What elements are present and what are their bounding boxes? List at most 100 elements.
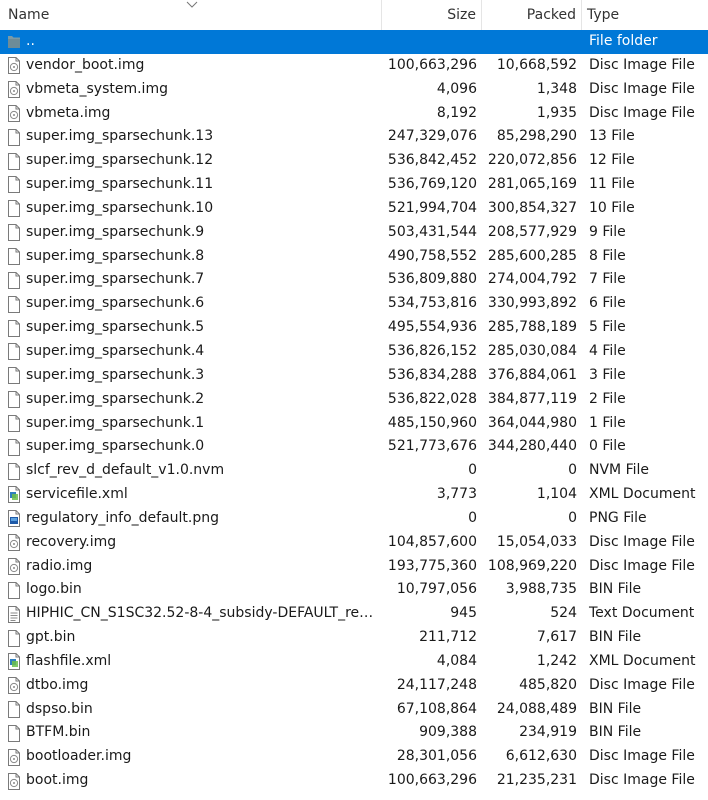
name-cell: boot.img — [0, 769, 382, 793]
file-row[interactable]: dspso.bin 67,108,864 24,088,489 BIN File — [0, 698, 708, 722]
file-type: BIN File — [589, 629, 642, 646]
packed-size: 300,854,327 — [487, 199, 577, 216]
disc-image-icon — [7, 772, 21, 790]
file-size: 536,834,288 — [387, 366, 477, 383]
file-name: super.img_sparsechunk.4 — [26, 342, 205, 359]
file-type: Disc Image File — [589, 80, 695, 97]
file-type: Disc Image File — [589, 104, 695, 121]
file-type: Disc Image File — [589, 772, 695, 789]
file-row[interactable]: HIPHIC_CN_S1SC32.52-8-4_subsidy-DEFAULT_… — [0, 602, 708, 626]
file-row[interactable]: servicefile.xml 3,773 1,104 XML Document — [0, 483, 708, 507]
file-row[interactable]: regulatory_info_default.png 0 0 PNG File — [0, 507, 708, 531]
packed-size: 15,054,033 — [496, 533, 577, 550]
file-type: Text Document — [589, 605, 695, 622]
file-size: 4,084 — [436, 652, 477, 669]
blank-file-icon — [7, 414, 21, 432]
packed-size: 524 — [550, 605, 577, 622]
file-row[interactable]: super.img_sparsechunk.13 247,329,076 85,29… — [0, 125, 708, 149]
blank-file-icon — [7, 367, 21, 385]
name-cell: super.img_sparsechunk.11 — [0, 173, 382, 197]
name-cell: servicefile.xml — [0, 483, 382, 507]
file-row[interactable]: super.img_sparsechunk.9 503,431,544 208,57… — [0, 221, 708, 245]
file-row[interactable]: super.img_sparsechunk.3 536,834,288 376,88… — [0, 364, 708, 388]
name-cell: super.img_sparsechunk.1 — [0, 412, 382, 436]
file-size: 0 — [468, 509, 477, 526]
file-size: 495,554,936 — [387, 319, 477, 336]
file-row[interactable]: boot.img 100,663,296 21,235,231 Disc Image … — [0, 769, 708, 793]
file-type: BIN File — [589, 700, 642, 717]
blank-file-icon — [7, 724, 21, 742]
file-size: 536,822,028 — [387, 390, 477, 407]
file-type: Disc Image File — [589, 748, 695, 765]
file-row[interactable]: slcf_rev_d_default_v1.0.nvm 0 0 NVM File — [0, 459, 708, 483]
name-cell: slcf_rev_d_default_v1.0.nvm — [0, 459, 382, 483]
file-row[interactable]: super.img_sparsechunk.0 521,773,676 344,28… — [0, 435, 708, 459]
file-row[interactable]: vendor_boot.img 100,663,296 10,668,592 Disc… — [0, 54, 708, 78]
file-name: bootloader.img — [26, 748, 132, 765]
file-size: 485,150,960 — [387, 414, 477, 431]
column-header-type[interactable]: Type — [582, 0, 708, 30]
file-name: super.img_sparsechunk.7 — [26, 271, 205, 288]
file-size: 8,192 — [436, 104, 477, 121]
file-row[interactable]: bootloader.img 28,301,056 6,612,630 Disc Im… — [0, 745, 708, 769]
file-row[interactable]: super.img_sparsechunk.5 495,554,936 285,78… — [0, 316, 708, 340]
file-row[interactable]: super.img_sparsechunk.10 521,994,704 300,8… — [0, 197, 708, 221]
blank-file-icon — [7, 581, 21, 599]
file-row[interactable]: flashfile.xml 4,084 1,242 XML Document — [0, 650, 708, 674]
file-row[interactable]: super.img_sparsechunk.4 536,826,152 285,03… — [0, 340, 708, 364]
file-name: super.img_sparsechunk.6 — [26, 295, 205, 312]
packed-size: 6,612,630 — [505, 748, 577, 765]
file-size: 536,769,120 — [387, 176, 477, 193]
file-row[interactable]: super.img_sparsechunk.11 536,769,120 281,0… — [0, 173, 708, 197]
file-row[interactable]: BTFM.bin 909,388 234,919 BIN File — [0, 721, 708, 745]
disc-image-icon — [7, 81, 21, 99]
blank-file-icon — [7, 629, 21, 647]
file-row[interactable]: super.img_sparsechunk.1 485,150,960 364,04… — [0, 412, 708, 436]
packed-size: 330,993,892 — [487, 295, 577, 312]
file-row[interactable]: dtbo.img 24,117,248 485,820 Disc Image File — [0, 674, 708, 698]
column-header-size[interactable]: Size — [382, 0, 482, 30]
blank-file-icon — [7, 343, 21, 361]
file-row[interactable]: vbmeta_system.img 4,096 1,348 Disc Image Fi… — [0, 78, 708, 102]
name-cell: super.img_sparsechunk.9 — [0, 221, 382, 245]
file-type: Disc Image File — [589, 676, 695, 693]
folder-icon — [7, 33, 21, 50]
file-size: 211,712 — [419, 629, 477, 646]
blank-file-icon — [7, 271, 21, 289]
file-row[interactable]: gpt.bin 211,712 7,617 BIN File — [0, 626, 708, 650]
file-row[interactable]: recovery.img 104,857,600 15,054,033 Disc Im… — [0, 531, 708, 555]
file-type: 3 File — [589, 366, 626, 383]
name-cell: radio.img — [0, 555, 382, 579]
file-name: super.img_sparsechunk.3 — [26, 366, 205, 383]
name-cell: super.img_sparsechunk.5 — [0, 316, 382, 340]
column-header-packed[interactable]: Packed — [482, 0, 582, 30]
file-row[interactable]: super.img_sparsechunk.2 536,822,028 384,87… — [0, 388, 708, 412]
name-cell: BTFM.bin — [0, 721, 382, 745]
file-row[interactable]: super.img_sparsechunk.12 536,842,452 220,0… — [0, 149, 708, 173]
file-type: Disc Image File — [589, 56, 695, 73]
file-row[interactable]: super.img_sparsechunk.7 536,809,880 274,00… — [0, 268, 708, 292]
name-cell: flashfile.xml — [0, 650, 382, 674]
name-cell: super.img_sparsechunk.2 — [0, 388, 382, 412]
file-row[interactable]: super.img_sparsechunk.6 534,753,816 330,99… — [0, 292, 708, 316]
file-name: logo.bin — [26, 581, 82, 598]
packed-size — [482, 30, 582, 54]
file-type: 1 File — [589, 414, 626, 431]
blank-file-icon — [7, 224, 21, 242]
file-size: 100,663,296 — [387, 56, 477, 73]
file-size: 4,096 — [436, 80, 477, 97]
file-row[interactable]: .. File folder — [0, 30, 708, 54]
packed-size: 10,668,592 — [496, 56, 577, 73]
file-row[interactable]: radio.img 193,775,360 108,969,220 Disc Imag… — [0, 555, 708, 579]
file-type: 12 File — [589, 152, 635, 169]
name-cell: super.img_sparsechunk.13 — [0, 125, 382, 149]
file-type: PNG File — [589, 509, 647, 526]
packed-size: 274,004,792 — [487, 271, 577, 288]
file-name: slcf_rev_d_default_v1.0.nvm — [26, 462, 225, 479]
file-row[interactable]: vbmeta.img 8,192 1,935 Disc Image File — [0, 102, 708, 126]
disc-image-icon — [7, 57, 21, 75]
file-size: 536,842,452 — [387, 152, 477, 169]
file-row[interactable]: super.img_sparsechunk.8 490,758,552 285,60… — [0, 245, 708, 269]
file-row[interactable]: logo.bin 10,797,056 3,988,735 BIN File — [0, 578, 708, 602]
file-type: XML Document — [589, 486, 696, 503]
